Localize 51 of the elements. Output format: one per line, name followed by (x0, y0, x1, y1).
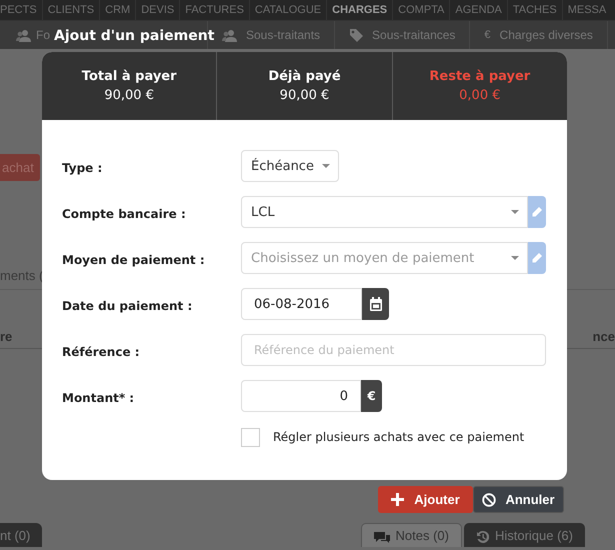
column-header: nce (592, 329, 615, 344)
add-button[interactable]: Ajouter (378, 486, 473, 513)
field-label: Moyen de paiement : (62, 252, 205, 266)
sub-nav-link[interactable]: Sous-traitances (372, 28, 456, 42)
chat-bubbles-icon (374, 530, 390, 543)
prohibited-icon (482, 492, 496, 506)
users-icon (16, 28, 31, 42)
edit-button[interactable] (528, 242, 546, 274)
dropdown[interactable]: Choisissez un moyen de paiement (241, 242, 528, 274)
summary-amount: 0,00 € (459, 88, 500, 103)
cancel-button[interactable]: Annuler (473, 486, 564, 513)
euro-icon: € (484, 29, 491, 41)
reference-field[interactable]: Référence du paiement (241, 334, 546, 366)
edit-button[interactable] (528, 196, 546, 228)
sub-nav-link[interactable]: Charges diverses (500, 28, 593, 42)
date-field[interactable]: 06-08-2016 (241, 288, 362, 320)
caret-icon (511, 210, 519, 214)
checkbox-label: Régler plusieurs achats avec ce paiement (273, 430, 524, 444)
summary-amount: 90,00 € (280, 88, 330, 103)
pencil-icon (531, 206, 543, 218)
field-label: Montant* : (62, 390, 134, 404)
summary-label: Déjà payé (268, 69, 341, 84)
sub-nav-link[interactable]: Sous-traitants (246, 28, 320, 42)
amount-field[interactable]: 0 (241, 380, 361, 412)
nav-item[interactable]: MESSA (562, 0, 606, 20)
dropdown[interactable]: LCL (241, 196, 528, 228)
currency-addon: € (361, 380, 382, 412)
pencil-icon (531, 252, 543, 264)
field-label: Type : (62, 160, 102, 174)
tab[interactable]: Historique (6) (464, 523, 585, 547)
calendar-button[interactable] (362, 288, 389, 320)
caret-icon (322, 164, 330, 168)
dialog-title: Ajout d'un paiement (54, 28, 214, 44)
field-label: Date du paiement : (62, 298, 192, 312)
field-label: Référence : (62, 344, 140, 358)
plus-icon (391, 492, 406, 506)
history-icon (476, 530, 489, 543)
sub-nav-link[interactable]: Fo (36, 28, 50, 42)
column-header: re (0, 329, 12, 344)
users-icon (222, 28, 237, 42)
tag-icon (349, 28, 364, 42)
caret-icon (511, 256, 519, 260)
tab[interactable]: nt (0) (0, 523, 42, 547)
calendar-icon (368, 297, 382, 311)
summary-amount: 90,00 € (104, 88, 154, 103)
summary-label: Total à payer (82, 69, 177, 84)
summary-label: Reste à payer (429, 69, 530, 84)
checkbox[interactable] (241, 428, 260, 446)
dropdown[interactable]: Échéance (241, 150, 339, 182)
tab[interactable]: Notes (0) (360, 523, 462, 547)
field-label: Compte bancaire : (62, 206, 186, 220)
